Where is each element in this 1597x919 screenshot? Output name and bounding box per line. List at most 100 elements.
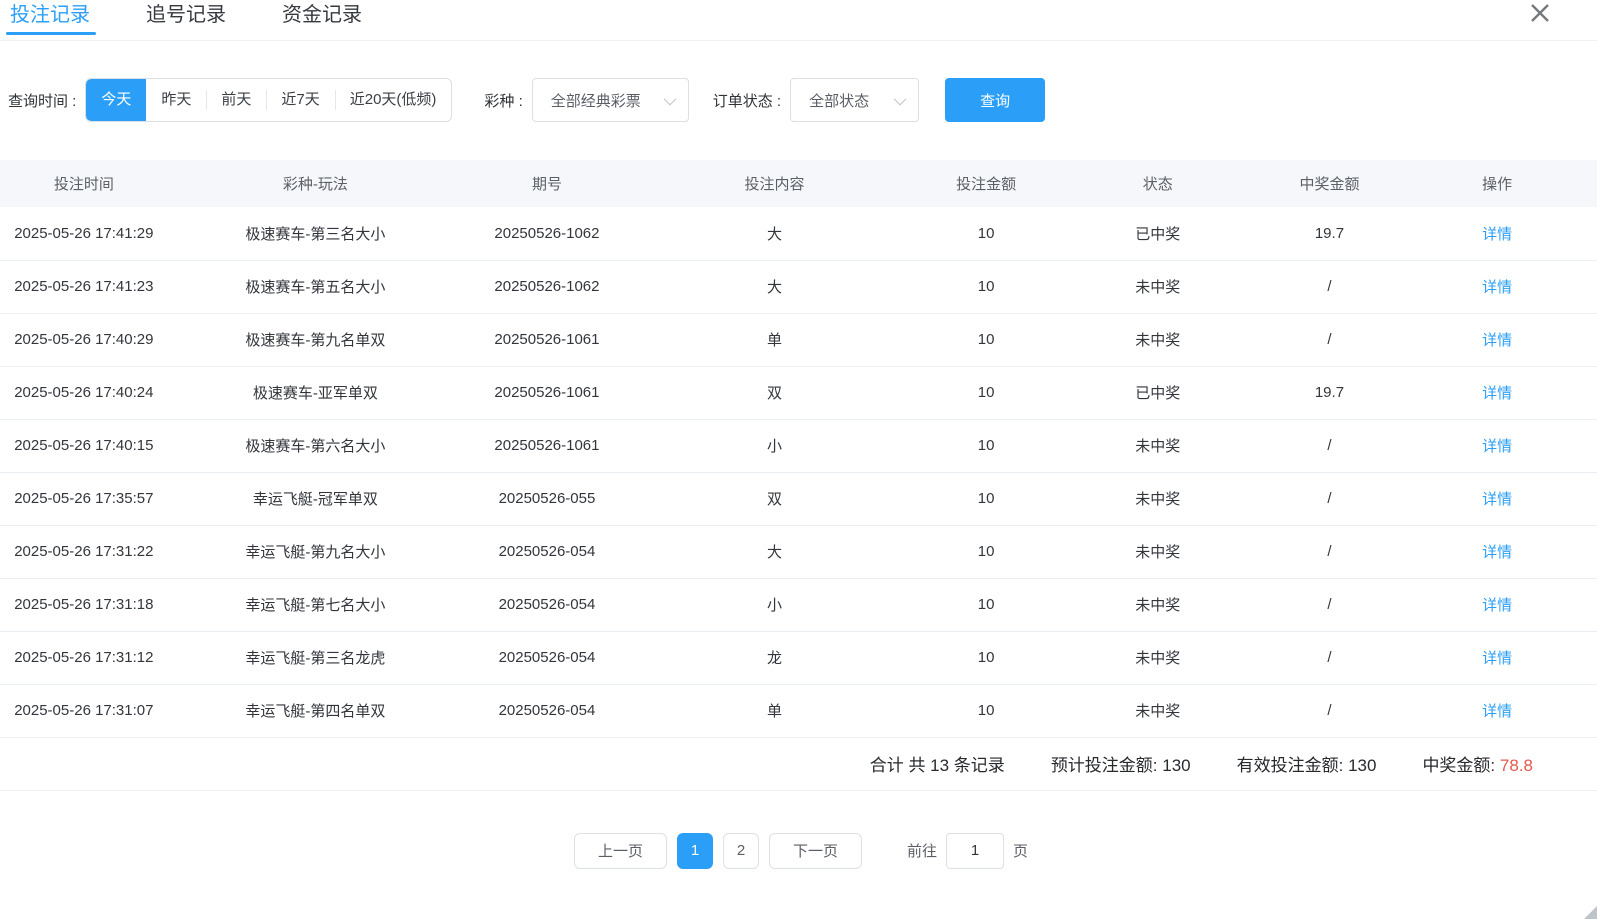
order-status-filter-label: 订单状态 : [713, 90, 781, 111]
cell-game-play: 幸运飞艇-第三名龙虎 [168, 631, 463, 684]
cell-bet-content: 龙 [631, 631, 918, 684]
tab-1[interactable]: 追号记录 [146, 0, 226, 37]
tab-0[interactable]: 投注记录 [10, 0, 90, 37]
time-option-0[interactable]: 今天 [86, 79, 146, 121]
cell-bet-time: 2025-05-26 17:40:29 [0, 313, 168, 366]
cell-status: 未中奖 [1054, 631, 1262, 684]
next-page-button[interactable]: 下一页 [769, 833, 862, 869]
cell-actions: 详情 [1397, 684, 1597, 737]
detail-link[interactable]: 详情 [1482, 385, 1512, 402]
table-row: 2025-05-26 17:40:24 极速赛车-亚军单双 20250526-1… [0, 366, 1597, 419]
cell-bet-amount: 10 [918, 472, 1054, 525]
goto-page-input[interactable] [946, 833, 1004, 869]
time-option-2[interactable]: 前天 [206, 79, 266, 121]
summary-row: 合计 共 13 条记录 预计投注金额: 130 有效投注金额: 130 中奖金额… [0, 738, 1597, 791]
order-status-select-value: 全部状态 [809, 90, 869, 111]
time-option-4[interactable]: 近20天(低频) [335, 79, 452, 121]
page-number-1[interactable]: 1 [677, 833, 713, 869]
order-status-select[interactable]: 全部状态 [790, 78, 919, 122]
detail-link[interactable]: 详情 [1482, 491, 1512, 508]
close-icon[interactable] [1528, 1, 1552, 25]
cell-bet-content: 大 [631, 207, 918, 260]
cell-game-play: 幸运飞艇-第七名大小 [168, 578, 463, 631]
header-bet-amount: 投注金额 [918, 160, 1054, 207]
cell-bet-time: 2025-05-26 17:41:23 [0, 260, 168, 313]
cell-prize-amount: / [1262, 419, 1398, 472]
cell-bet-time: 2025-05-26 17:40:24 [0, 366, 168, 419]
cell-prize-amount: / [1262, 260, 1398, 313]
table-body: 2025-05-26 17:41:29 极速赛车-第三名大小 20250526-… [0, 207, 1597, 737]
cell-bet-amount: 10 [918, 525, 1054, 578]
summary-total: 合计 共 13 条记录 [870, 751, 1005, 776]
cell-prize-amount: / [1262, 472, 1398, 525]
goto-page: 前往 页 [907, 833, 1028, 869]
cell-actions: 详情 [1397, 631, 1597, 684]
filter-bar: 查询时间 : 今天昨天前天近7天近20天(低频) 彩种 : 全部经典彩票 订单状… [8, 78, 1597, 122]
prev-page-button[interactable]: 上一页 [574, 833, 667, 869]
cell-game-play: 极速赛车-亚军单双 [168, 366, 463, 419]
header-actions: 操作 [1397, 160, 1597, 207]
cell-bet-amount: 10 [918, 207, 1054, 260]
header-issue: 期号 [463, 160, 631, 207]
cell-status: 未中奖 [1054, 313, 1262, 366]
cell-bet-time: 2025-05-26 17:31:22 [0, 525, 168, 578]
chevron-down-icon [663, 92, 676, 105]
cell-bet-amount: 10 [918, 684, 1054, 737]
cell-bet-content: 双 [631, 366, 918, 419]
table-row: 2025-05-26 17:41:29 极速赛车-第三名大小 20250526-… [0, 207, 1597, 260]
cell-game-play: 极速赛车-第九名单双 [168, 313, 463, 366]
cell-bet-time: 2025-05-26 17:31:12 [0, 631, 168, 684]
cell-prize-amount: / [1262, 525, 1398, 578]
detail-link[interactable]: 详情 [1482, 332, 1512, 349]
detail-link[interactable]: 详情 [1482, 279, 1512, 296]
summary-prize-label: 中奖金额: [1422, 756, 1495, 775]
detail-link[interactable]: 详情 [1482, 438, 1512, 455]
resize-corner-handle[interactable] [1584, 906, 1597, 919]
cell-actions: 详情 [1397, 207, 1597, 260]
time-option-3[interactable]: 近7天 [266, 79, 334, 121]
cell-game-play: 极速赛车-第三名大小 [168, 207, 463, 260]
cell-bet-amount: 10 [918, 313, 1054, 366]
cell-bet-content: 小 [631, 419, 918, 472]
cell-bet-time: 2025-05-26 17:31:07 [0, 684, 168, 737]
cell-actions: 详情 [1397, 260, 1597, 313]
cell-bet-content: 双 [631, 472, 918, 525]
cell-bet-amount: 10 [918, 366, 1054, 419]
lottery-filter-label: 彩种 : [484, 90, 522, 111]
cell-prize-amount: / [1262, 578, 1398, 631]
summary-expected-amount: 预计投注金额: 130 [1051, 751, 1191, 776]
cell-game-play: 极速赛车-第六名大小 [168, 419, 463, 472]
goto-label: 前往 [907, 840, 937, 861]
cell-issue: 20250526-1062 [463, 207, 631, 260]
search-button[interactable]: 查询 [945, 78, 1045, 122]
detail-link[interactable]: 详情 [1482, 597, 1512, 614]
time-filter-group: 今天昨天前天近7天近20天(低频) [85, 78, 452, 122]
cell-actions: 详情 [1397, 419, 1597, 472]
cell-prize-amount: / [1262, 684, 1398, 737]
cell-status: 已中奖 [1054, 207, 1262, 260]
cell-game-play: 幸运飞艇-第九名大小 [168, 525, 463, 578]
detail-link[interactable]: 详情 [1482, 226, 1512, 243]
page-unit-label: 页 [1013, 840, 1028, 861]
cell-bet-content: 单 [631, 313, 918, 366]
cell-issue: 20250526-1061 [463, 313, 631, 366]
cell-bet-time: 2025-05-26 17:40:15 [0, 419, 168, 472]
cell-issue: 20250526-1061 [463, 419, 631, 472]
detail-link[interactable]: 详情 [1482, 544, 1512, 561]
cell-game-play: 幸运飞艇-冠军单双 [168, 472, 463, 525]
time-option-1[interactable]: 昨天 [146, 79, 206, 121]
table-header-row: 投注时间 彩种-玩法 期号 投注内容 投注金额 状态 中奖金额 操作 [0, 160, 1597, 207]
cell-issue: 20250526-1061 [463, 366, 631, 419]
cell-bet-amount: 10 [918, 631, 1054, 684]
table-row: 2025-05-26 17:31:22 幸运飞艇-第九名大小 20250526-… [0, 525, 1597, 578]
cell-actions: 详情 [1397, 578, 1597, 631]
header-status: 状态 [1054, 160, 1262, 207]
detail-link[interactable]: 详情 [1482, 650, 1512, 667]
time-filter-label: 查询时间 : [8, 90, 76, 111]
page-number-2[interactable]: 2 [723, 833, 759, 869]
header-bet-content: 投注内容 [631, 160, 918, 207]
lottery-select[interactable]: 全部经典彩票 [532, 78, 689, 122]
tab-2[interactable]: 资金记录 [282, 0, 362, 37]
cell-bet-content: 大 [631, 525, 918, 578]
detail-link[interactable]: 详情 [1482, 703, 1512, 720]
